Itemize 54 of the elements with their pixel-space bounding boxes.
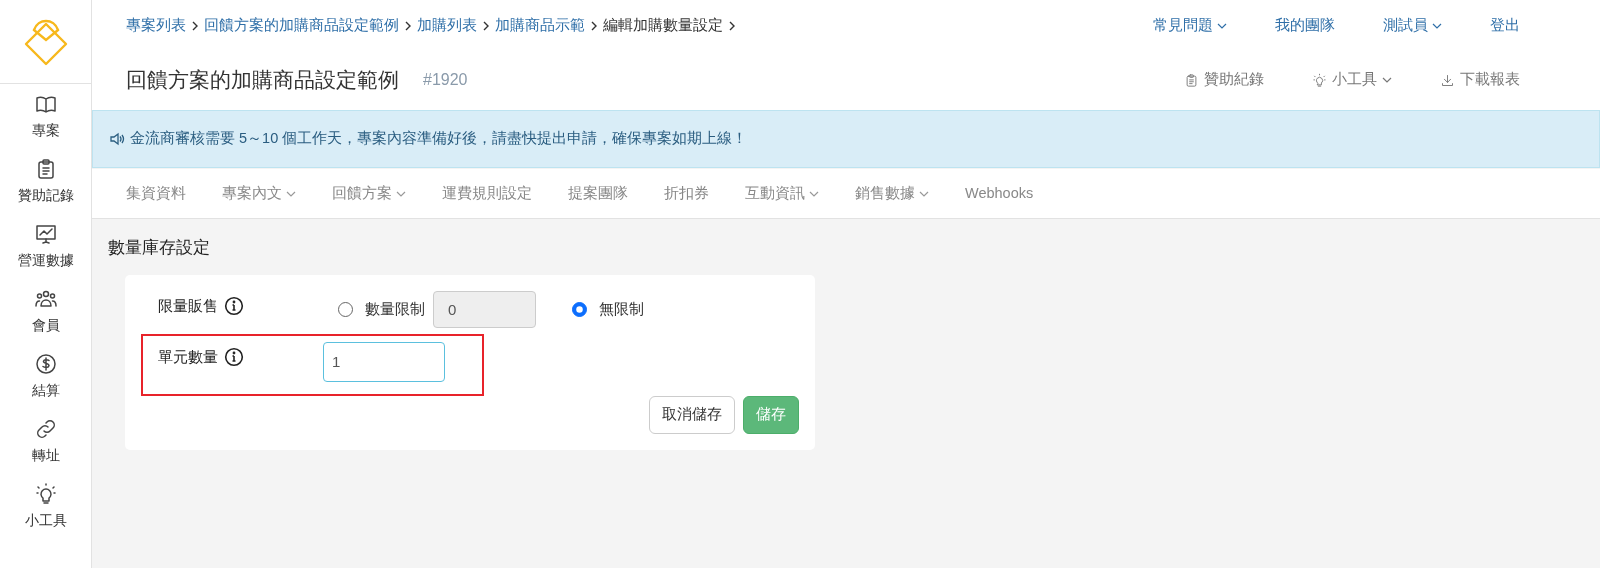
breadcrumb-current: 編輯加購數量設定 [603, 16, 723, 36]
sidebar-item[interactable]: 贊助記錄 [0, 149, 91, 214]
project-id: #1920 [423, 70, 468, 90]
sidebar-item[interactable]: 轉址 [0, 409, 91, 474]
speaker-icon [109, 131, 125, 147]
toolbar-link[interactable]: 贊助紀錄 [1184, 69, 1264, 91]
sidebar-item[interactable]: 小工具 [0, 474, 91, 539]
notice-text: 金流商審核需要 5～10 個工作天，專案內容準備好後，請盡快提出申請，確保專案如期上線！ [130, 129, 748, 149]
nav-tab[interactable]: 提案團隊 [550, 182, 646, 205]
chevron-right-icon [403, 20, 413, 32]
download-icon [1440, 72, 1455, 88]
radio-option[interactable]: 數量限制 [338, 297, 433, 321]
breadcrumb-link[interactable]: 加購商品示範 [495, 15, 585, 37]
unit-quantity-field[interactable]: 1 [323, 341, 445, 382]
info-icon [224, 346, 244, 367]
info-icon [224, 295, 244, 316]
chevron-right-icon [190, 20, 200, 32]
lightbulb-icon [1312, 72, 1327, 88]
top-menu-link[interactable]: 測試員 [1383, 15, 1442, 37]
chart-icon [33, 222, 58, 246]
top-menu-link[interactable]: 登出 [1490, 15, 1520, 37]
nav-tab[interactable]: 回饋方案 [314, 182, 424, 205]
clipboard-icon [1184, 72, 1199, 88]
nav-tab[interactable]: 集資資料 [108, 182, 204, 205]
sidebar-item[interactable]: 會員 [0, 279, 91, 344]
nav-tab[interactable]: Webhooks [947, 182, 1052, 205]
dollar-icon [33, 352, 58, 376]
radio-option[interactable]: 無限制 [572, 297, 652, 321]
section-title: 數量庫存設定 [107, 237, 211, 259]
cancel-button[interactable]: 取消儲存 [649, 395, 735, 434]
toolbar-link[interactable]: 小工具 [1312, 69, 1392, 91]
chevron-right-icon [481, 20, 491, 32]
radio-button[interactable] [572, 301, 587, 317]
chevron-right-icon [589, 20, 599, 32]
nav-tab[interactable]: 折扣券 [646, 182, 727, 205]
top-menu-link[interactable]: 我的團隊 [1275, 15, 1335, 37]
sidebar-item[interactable]: 營運數據 [0, 214, 91, 279]
sidebar-item[interactable]: 專案 [0, 84, 91, 149]
breadcrumb-link[interactable]: 回饋方案的加購商品設定範例 [204, 15, 399, 37]
page-title: 回饋方案的加購商品設定範例 [126, 67, 399, 94]
breadcrumb-link[interactable]: 加購列表 [417, 15, 477, 37]
field-label: 限量販售 [158, 295, 218, 316]
toolbar-link[interactable]: 下載報表 [1440, 69, 1520, 91]
nav-tab[interactable]: 運費規則設定 [424, 182, 550, 205]
lightbulb-icon [33, 482, 58, 506]
top-menu-link[interactable]: 常見問題 [1153, 15, 1227, 37]
nav-tab[interactable]: 銷售數據 [837, 182, 947, 205]
breadcrumb-link[interactable]: 專案列表 [126, 15, 186, 37]
radio-button[interactable] [338, 301, 353, 317]
field-label: 單元數量 [158, 346, 218, 367]
nav-tab[interactable]: 專案內文 [204, 182, 314, 205]
chevron-right-icon [727, 20, 737, 32]
nav-tab[interactable]: 互動資訊 [727, 182, 837, 205]
sidebar-item[interactable]: 結算 [0, 344, 91, 409]
